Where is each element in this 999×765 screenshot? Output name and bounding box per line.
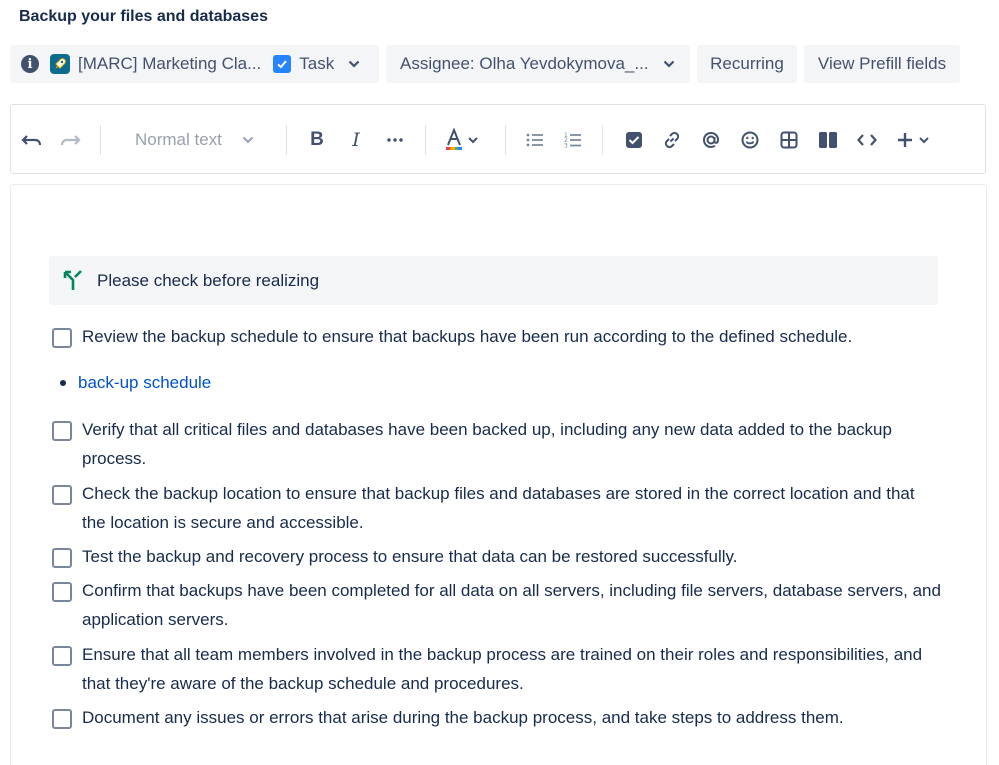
chevron-down-icon[interactable]: [241, 127, 255, 153]
mention-icon[interactable]: [700, 127, 722, 153]
task-text: Check the backup location to ensure that…: [82, 484, 915, 532]
task-checkbox[interactable]: [52, 548, 72, 568]
numbered-list-icon[interactable]: 123: [562, 127, 584, 153]
task-text: Confirm that backups have been completed…: [82, 581, 941, 629]
back-up-schedule-link[interactable]: back-up schedule: [78, 373, 211, 393]
task-item: Check the backup location to ensure that…: [52, 483, 932, 537]
text-style-dropdown[interactable]: Normal text: [135, 127, 231, 153]
redo-icon[interactable]: [57, 127, 83, 153]
rocket-icon: [50, 54, 70, 74]
decision-icon: [61, 269, 85, 293]
issue-type-label: Task: [299, 54, 335, 73]
task-text: Verify that all critical files and datab…: [82, 420, 892, 468]
task-checkbox[interactable]: [52, 485, 72, 505]
task-item: Ensure that all team members involved in…: [52, 644, 932, 698]
task-text: Ensure that all team members involved in…: [82, 645, 923, 693]
action-item-icon[interactable]: [623, 127, 645, 153]
code-icon[interactable]: [856, 127, 878, 153]
task-text: Test the backup and recovery process to …: [82, 547, 738, 566]
decision-panel[interactable]: Please check before realizing: [49, 256, 938, 305]
chevron-down-icon[interactable]: [663, 60, 675, 68]
task-text: Review the backup schedule to ensure tha…: [82, 327, 853, 346]
task-type-icon: [273, 55, 292, 73]
table-icon[interactable]: [778, 127, 800, 153]
task-checkbox[interactable]: [52, 646, 72, 666]
bullet-list-icon[interactable]: [524, 127, 546, 153]
chevron-down-icon[interactable]: [348, 60, 360, 68]
task-checkbox[interactable]: [52, 421, 72, 441]
assignee-selector[interactable]: Assignee: Olha Yevdokymova_...: [386, 45, 690, 83]
text-color-icon[interactable]: [444, 127, 484, 153]
svg-text:3: 3: [564, 143, 568, 150]
task-item: Document any issues or errors that arise…: [52, 707, 932, 732]
bullet-list-item: back-up schedule: [60, 373, 211, 393]
task-text: Document any issues or errors that arise…: [82, 708, 844, 727]
decision-text: Please check before realizing: [97, 270, 320, 290]
undo-icon[interactable]: [19, 127, 45, 153]
task-item: Review the backup schedule to ensure tha…: [52, 326, 932, 351]
assignee-label: Assignee: Olha Yevdokymova_...: [400, 54, 649, 73]
insert-more-icon[interactable]: [895, 127, 935, 153]
task-item: Confirm that backups have been completed…: [52, 580, 952, 634]
italic-icon[interactable]: I: [345, 127, 367, 153]
project-selector[interactable]: i [MARC] Marketing Cla... Task: [10, 45, 379, 83]
info-icon[interactable]: i: [21, 55, 39, 73]
view-prefill-fields-button[interactable]: View Prefill fields: [804, 45, 960, 83]
task-checkbox[interactable]: [52, 582, 72, 602]
task-checkbox[interactable]: [52, 328, 72, 348]
bullet-dot: [60, 380, 66, 386]
task-checkbox[interactable]: [52, 709, 72, 729]
task-item: Verify that all critical files and datab…: [52, 419, 932, 473]
bold-icon[interactable]: B: [306, 127, 328, 153]
page-title: Backup your files and databases: [19, 8, 268, 25]
emoji-icon[interactable]: [739, 127, 761, 153]
editor-toolbar: Normal text B I 123: [10, 104, 986, 174]
more-formatting-icon[interactable]: [384, 127, 406, 153]
recurring-button[interactable]: Recurring: [697, 45, 797, 83]
project-name: [MARC] Marketing Cla...: [78, 54, 262, 73]
task-item: Test the backup and recovery process to …: [52, 546, 932, 571]
link-icon[interactable]: [661, 127, 683, 153]
layouts-icon[interactable]: [817, 127, 839, 153]
